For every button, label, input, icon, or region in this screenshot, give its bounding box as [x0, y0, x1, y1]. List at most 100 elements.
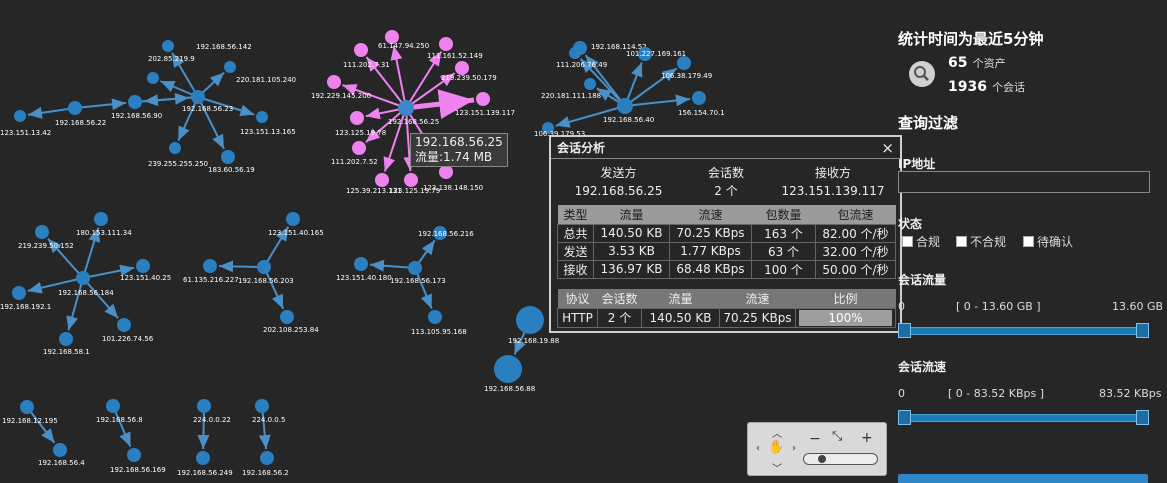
graph-node[interactable]: [677, 56, 691, 70]
node-label: 219.239.50.152: [18, 242, 74, 250]
graph-node[interactable]: [256, 111, 268, 123]
graph-node[interactable]: [169, 142, 181, 154]
zoom-slider[interactable]: [803, 453, 878, 465]
ratio-cell: 100%: [795, 307, 896, 328]
checkbox[interactable]: [1023, 236, 1034, 247]
checkbox[interactable]: [956, 236, 967, 247]
node-label: 192.168.56.142: [196, 43, 252, 51]
graph-node[interactable]: [439, 165, 453, 179]
protocol-header-row: 协议 会话数 流量 流速 比例: [557, 289, 896, 308]
graph-node[interactable]: [494, 355, 522, 383]
graph-node[interactable]: [428, 310, 442, 324]
search-icon[interactable]: [909, 61, 935, 87]
status-noncompliant[interactable]: 不合规: [956, 233, 1006, 250]
graph-node[interactable]: [257, 260, 271, 274]
graph-node[interactable]: [350, 111, 364, 125]
graph-node[interactable]: [76, 271, 90, 285]
graph-node[interactable]: [128, 95, 142, 109]
graph-node[interactable]: [117, 318, 131, 332]
graph-edge: [82, 277, 119, 319]
graph-node[interactable]: [286, 212, 300, 226]
graph-node[interactable]: [352, 141, 366, 155]
cell: 接收: [557, 259, 594, 279]
node-label: 192.229.145.200: [311, 92, 371, 100]
graph-node[interactable]: [197, 399, 211, 413]
slider-handle-min[interactable]: [898, 410, 911, 425]
graph-node[interactable]: [375, 173, 389, 187]
node-label: 192.168.56.23: [182, 105, 233, 113]
ip-input[interactable]: [898, 171, 1150, 193]
graph-node[interactable]: [68, 101, 82, 115]
graph-node[interactable]: [354, 43, 368, 57]
receiver-header: 接收方: [814, 166, 851, 180]
graph-node[interactable]: [692, 91, 706, 105]
node-label: 113.105.95.168: [411, 328, 467, 336]
zoom-slider-handle[interactable]: [818, 455, 826, 463]
graph-node[interactable]: [516, 306, 544, 334]
graph-node[interactable]: [53, 443, 67, 457]
col-speed: 流速: [669, 205, 752, 224]
graph-node[interactable]: [327, 75, 341, 89]
graph-node[interactable]: [617, 98, 633, 114]
graph-node[interactable]: [196, 451, 210, 465]
graph-node[interactable]: [162, 40, 174, 52]
graph-node[interactable]: [476, 92, 490, 106]
graph-node[interactable]: [94, 212, 108, 226]
graph-node[interactable]: [20, 400, 34, 414]
graph-node[interactable]: [455, 61, 469, 75]
graph-node[interactable]: [136, 259, 150, 273]
hand-icon[interactable]: ✋: [768, 440, 784, 455]
pan-up-icon[interactable]: ︿: [772, 425, 782, 440]
sessions-count: 1936: [948, 79, 987, 95]
cell: 82.00 个/秒: [815, 223, 896, 243]
graph-node[interactable]: [280, 310, 294, 324]
slider-handle-max[interactable]: [1136, 323, 1149, 338]
cell: 163 个: [751, 223, 816, 243]
graph-node[interactable]: [255, 399, 269, 413]
node-label: 239.255.255.250: [148, 160, 208, 168]
graph-node[interactable]: [569, 47, 581, 59]
graph-node[interactable]: [14, 110, 26, 122]
graph-node[interactable]: [408, 261, 422, 275]
ip-label: IP地址: [898, 157, 936, 171]
graph-node[interactable]: [221, 150, 235, 164]
graph-node[interactable]: [354, 257, 368, 271]
graph-node[interactable]: [106, 399, 120, 413]
graph-node[interactable]: [584, 78, 596, 90]
graph-node[interactable]: [203, 259, 217, 273]
graph-node[interactable]: [191, 90, 205, 104]
slider-handle-min[interactable]: [898, 323, 911, 338]
graph-node[interactable]: [224, 61, 236, 73]
fit-view-icon[interactable]: ⤡: [832, 429, 842, 444]
graph-node[interactable]: [439, 37, 453, 51]
graph-node[interactable]: [12, 286, 26, 300]
graph-node[interactable]: [404, 173, 418, 187]
cell: 140.50 KB: [593, 223, 670, 243]
close-icon[interactable]: ×: [881, 139, 894, 157]
graph-node[interactable]: [398, 100, 414, 116]
pan-left-icon[interactable]: ‹: [756, 443, 760, 454]
zoom-in-icon[interactable]: +: [861, 430, 873, 446]
graph-node[interactable]: [59, 332, 73, 346]
col-sessions: 会话数: [597, 289, 642, 308]
graph-node[interactable]: [260, 451, 274, 465]
node-label: 224.0.0.5: [252, 416, 285, 424]
graph-node[interactable]: [35, 225, 49, 239]
checkbox[interactable]: [902, 236, 913, 247]
pan-right-icon[interactable]: ›: [792, 443, 796, 454]
zoom-out-icon[interactable]: −: [809, 431, 821, 447]
speed-slider[interactable]: [898, 410, 1149, 425]
checkbox-label: 待确认: [1037, 235, 1074, 249]
traffic-slider[interactable]: [898, 323, 1149, 338]
graph-node[interactable]: [127, 448, 141, 462]
apply-filter-button[interactable]: [898, 474, 1148, 483]
node-label: 101.226.74.56: [102, 335, 154, 343]
slider-handle-max[interactable]: [1136, 410, 1149, 425]
status-compliant[interactable]: 合规: [902, 233, 940, 250]
graph-node[interactable]: [147, 72, 159, 84]
status-pending[interactable]: 待确认: [1023, 233, 1073, 250]
node-label: 220.181.105.240: [236, 76, 296, 84]
pan-down-icon[interactable]: ﹀: [772, 460, 782, 475]
cell: 发送: [557, 241, 594, 261]
col-type: 类型: [557, 205, 594, 224]
